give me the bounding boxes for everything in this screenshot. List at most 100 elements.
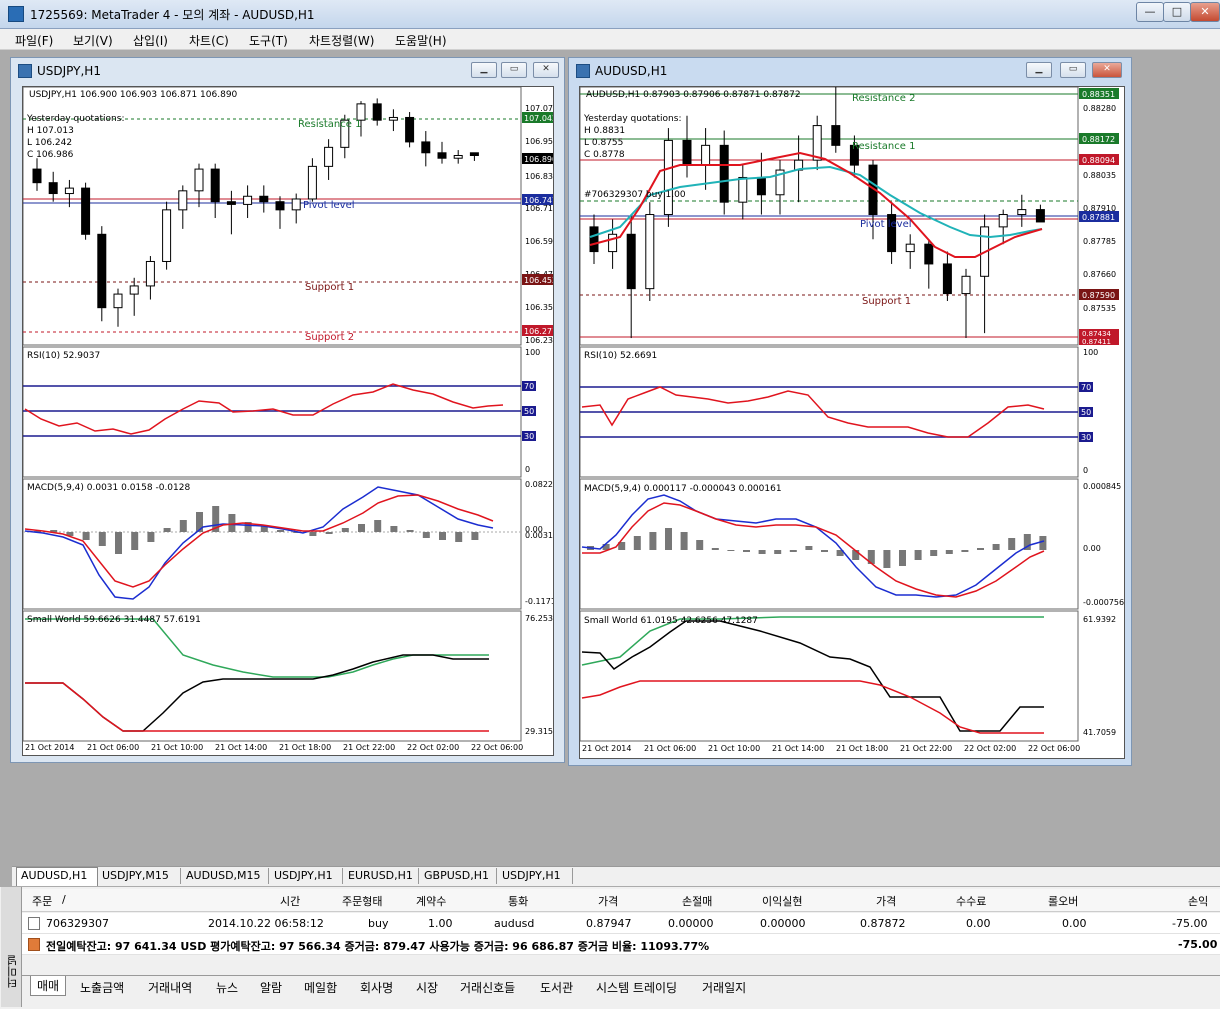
col-symbol[interactable]: 통화	[508, 893, 528, 909]
tab-audusd-h1[interactable]: AUDUSD,H1	[16, 867, 98, 886]
cell-swap: 0.00	[1062, 917, 1087, 930]
smallworld-pane	[22, 610, 522, 742]
tab-company[interactable]: 회사명	[360, 979, 393, 996]
col-order[interactable]: 주문	[32, 893, 52, 909]
tab-market[interactable]: 시장	[416, 979, 438, 996]
candle-body	[421, 141, 431, 154]
tab-exposure[interactable]: 노출금액	[80, 979, 124, 996]
tab-usdjpy-h1-2[interactable]: USDJPY,H1	[498, 868, 573, 884]
audusd-candles	[589, 78, 1045, 339]
tab-mailbox[interactable]: 메일함	[304, 979, 337, 996]
tab-usdjpy-h1[interactable]: USDJPY,H1	[270, 868, 343, 884]
candle-body	[97, 233, 107, 309]
col-tp[interactable]: 이익실현	[762, 893, 802, 909]
macd-bar	[309, 532, 317, 536]
yq-low: L 0.8755	[584, 138, 623, 148]
macd-tick: 0.000845	[1083, 482, 1121, 491]
usdjpy-chart-svg[interactable]: USDJPY,H1 106.900 106.903 106.871 106.89…	[22, 86, 558, 755]
col-size[interactable]: 계약수	[416, 893, 446, 909]
tab-library[interactable]: 도서관	[540, 979, 573, 996]
col-open-price[interactable]: 가격	[598, 893, 618, 909]
maximize-button[interactable]: □	[1163, 2, 1191, 22]
tab-journal[interactable]: 거래일지	[702, 979, 746, 996]
candle-body	[48, 182, 58, 195]
yq-title: Yesterday quotations:	[583, 114, 681, 124]
chart-area-audusd[interactable]: AUDUSD,H1 0.87903 0.87906 0.87871 0.8787…	[579, 78, 1125, 759]
label-support2: Support 2	[305, 332, 354, 343]
sw-black-line	[581, 620, 1044, 732]
price-tick: 106.590	[525, 237, 553, 246]
menu-charts[interactable]: 차트(C)	[189, 32, 229, 49]
macd-main-line	[24, 486, 494, 600]
price-tag-text: 0.88094	[1082, 156, 1115, 165]
child-minimize-button[interactable]: ▁	[471, 62, 497, 78]
smallworld-pane	[579, 610, 1079, 742]
candle-body	[32, 168, 42, 184]
price-tick: 106.830	[525, 172, 553, 181]
menu-insert[interactable]: 삽입(I)	[133, 32, 168, 49]
candle-body	[291, 198, 301, 211]
tab-system-trading[interactable]: 시스템 트레이딩	[596, 979, 677, 996]
col-type[interactable]: 주문형태	[342, 893, 382, 909]
rsi-line	[24, 383, 504, 435]
col-sl[interactable]: 손절매	[682, 893, 712, 909]
price-tag-text: 0.87434	[1082, 330, 1111, 338]
col-commission[interactable]: 수수료	[956, 893, 986, 909]
col-swap[interactable]: 롤오버	[1048, 893, 1078, 909]
macd-bar	[633, 536, 641, 550]
menu-help[interactable]: 도움말(H)	[395, 32, 447, 49]
macd-bar	[930, 550, 938, 556]
tab-gbpusd-h1[interactable]: GBPUSD,H1	[420, 868, 497, 884]
cell-open-price: 0.87947	[586, 917, 632, 930]
price-tag-text: 106.271	[524, 327, 553, 336]
menu-window[interactable]: 차트정렬(W)	[309, 32, 374, 49]
col-time[interactable]: 시간	[280, 893, 300, 909]
child-minimize-button[interactable]: ▁	[1026, 62, 1052, 78]
menu-tools[interactable]: 도구(T)	[249, 32, 288, 49]
candle-body	[608, 233, 618, 253]
chart-header: USDJPY,H1 106.900 106.903 106.871 106.89…	[29, 90, 238, 100]
minimize-button[interactable]: —	[1136, 2, 1164, 22]
macd-bar	[228, 514, 236, 532]
macd-bar	[471, 532, 479, 540]
macd-bar	[325, 532, 333, 534]
rsi-pane	[22, 346, 522, 478]
chart-header: AUDUSD,H1 0.87903 0.87906 0.87871 0.8787…	[586, 90, 801, 100]
tab-usdjpy-m15[interactable]: USDJPY,M15	[98, 868, 181, 884]
table-row-order[interactable]: 706329307 2014.10.22 06:58:12 buy 1.00 a…	[22, 913, 1220, 934]
candle-body	[738, 176, 748, 203]
tab-account-history[interactable]: 거래내역	[148, 979, 192, 996]
col-profit[interactable]: 손익	[1188, 893, 1208, 909]
macd-bar	[406, 530, 414, 532]
app-titlebar: 1725569: MetaTrader 4 - 모의 계좌 - AUDUSD,H…	[0, 0, 1220, 29]
col-price[interactable]: 가격	[876, 893, 896, 909]
macd-bar	[883, 550, 891, 568]
child-close-button[interactable]: ✕	[1092, 62, 1122, 78]
audusd-chart-svg[interactable]: AUDUSD,H1 0.87903 0.87906 0.87871 0.8787…	[579, 78, 1124, 758]
chart-window-audusd[interactable]: AUDUSD,H1 ▁ ▭ ✕ AUDUSD,H1 0.87903 0.8790…	[568, 57, 1132, 766]
col-sort[interactable]: /	[62, 893, 66, 906]
tab-alerts[interactable]: 알람	[260, 979, 282, 996]
chart-area-usdjpy[interactable]: USDJPY,H1 106.900 106.903 106.871 106.89…	[22, 86, 558, 756]
macd-bar	[649, 532, 657, 550]
tab-news[interactable]: 뉴스	[216, 979, 238, 996]
child-restore-button[interactable]: ▭	[1060, 62, 1086, 78]
time-tick: 22 Oct 02:00	[407, 743, 459, 752]
macd-bar	[374, 520, 382, 532]
menu-view[interactable]: 보기(V)	[73, 32, 113, 49]
tab-eurusd-h1[interactable]: EURUSD,H1	[344, 868, 419, 884]
price-tick: 106.710	[525, 204, 553, 213]
tab-signals[interactable]: 거래신호들	[460, 979, 515, 996]
close-button[interactable]: ✕	[1190, 2, 1220, 22]
rsi-tick: 30	[1081, 433, 1091, 442]
menu-file[interactable]: 파일(F)	[15, 32, 53, 49]
macd-bar	[727, 550, 735, 551]
tab-trade[interactable]: 매매	[30, 976, 67, 996]
tab-audusd-m15[interactable]: AUDUSD,M15	[182, 868, 269, 884]
child-close-button[interactable]: ✕	[533, 62, 559, 78]
macd-bar	[82, 532, 90, 540]
macd-tick: 0.0031	[525, 531, 553, 540]
child-restore-button[interactable]: ▭	[501, 62, 527, 78]
chart-window-title: USDJPY,H1	[37, 64, 101, 78]
chart-window-usdjpy[interactable]: USDJPY,H1 ▁ ▭ ✕ USDJPY,H1 106.900 106.90…	[10, 57, 565, 763]
